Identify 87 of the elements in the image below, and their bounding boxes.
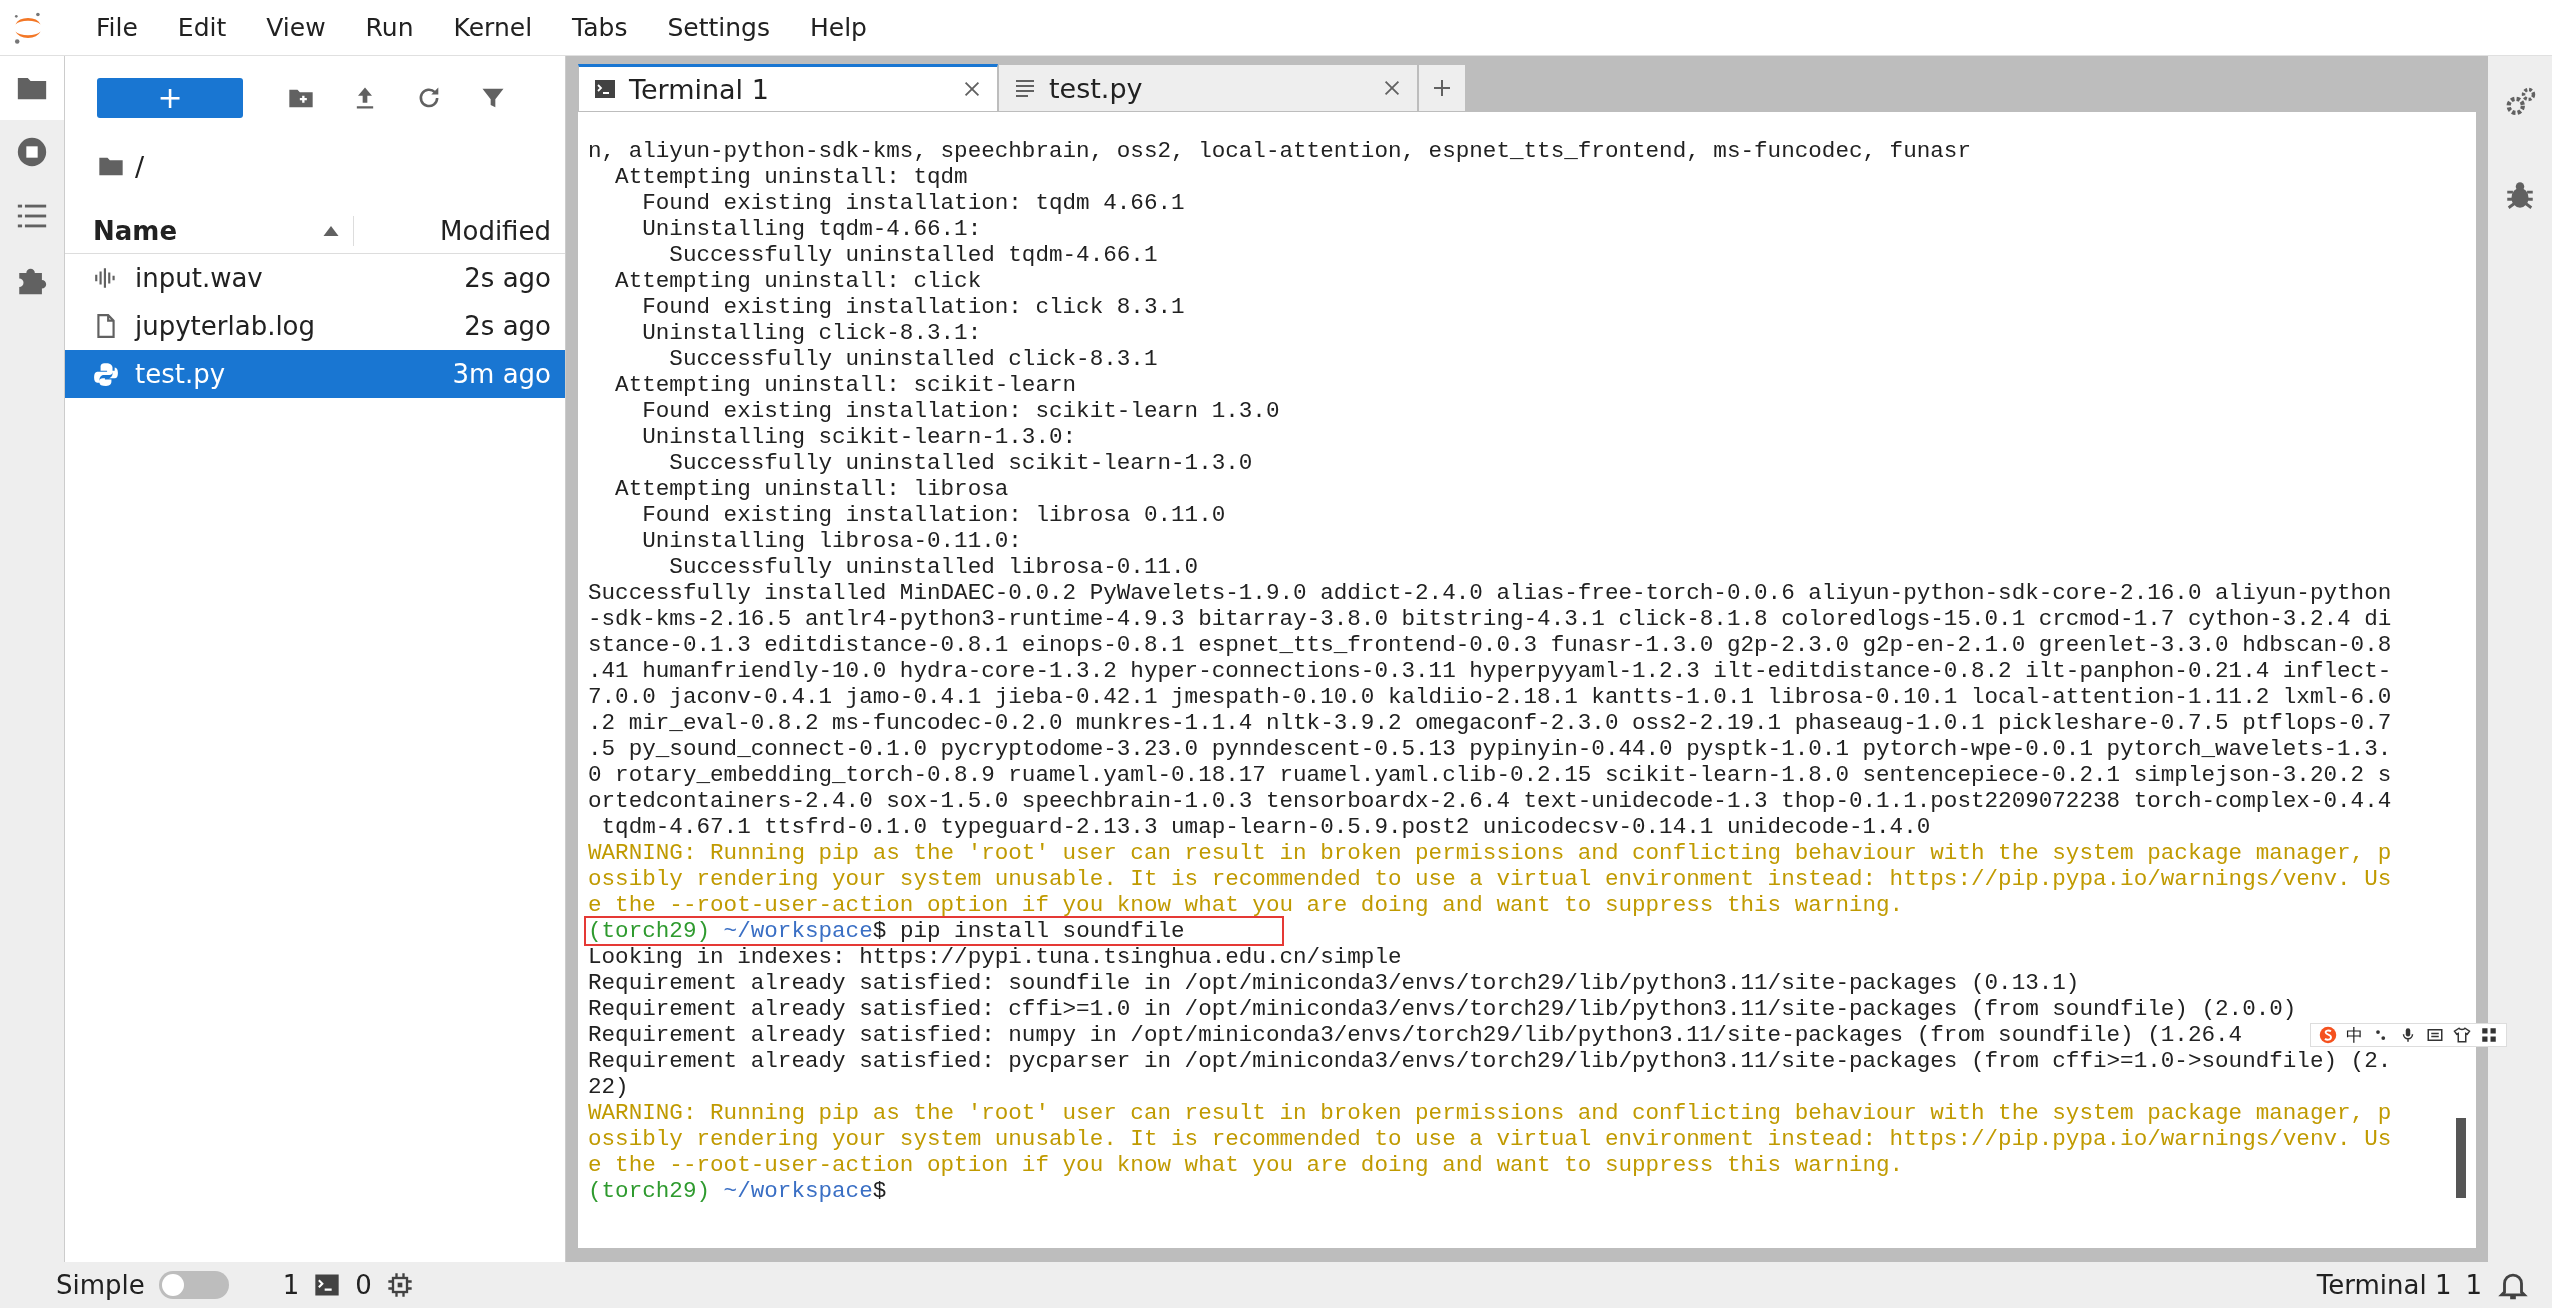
terminal-line: Requirement already satisfied: numpy in /opt/miniconda3/envs/torch29/lib/python3.11/site-packages (from soundfile) (1.26.4 xyxy=(588,1022,2243,1048)
prompt-symbol: $ xyxy=(872,1178,887,1204)
warning-line: ossibly rendering your system unusable. It is recommended to use a virtual environment instead: https://pip.pypa.io/warnings/venv. Us xyxy=(588,866,2392,892)
terminal-line: tqdm-4.67.1 ttsfrd-0.1.0 typeguard-2.13.3 umap-learn-0.5.9.post2 unicodecsv-0.14.1 unidecode-1.4.0 xyxy=(600,814,1931,840)
grid-icon[interactable] xyxy=(2480,1026,2498,1044)
terminal-line: 22) xyxy=(588,1074,629,1100)
modified-column-header[interactable]: Modified xyxy=(353,216,565,246)
warning-line: ossibly rendering your system unusable. It is recommended to use a virtual environment instead: https://pip.pypa.io/warnings/venv. Us xyxy=(588,1126,2392,1152)
stop-icon[interactable] xyxy=(15,135,49,169)
file-row[interactable]: test.py 3m ago xyxy=(65,350,565,398)
input-mode-toggle[interactable]: 中 xyxy=(2346,1025,2363,1045)
tab[interactable]: Terminal 1 xyxy=(578,64,998,112)
terminal-line: Attempting uninstall: click xyxy=(614,268,982,294)
file-name: jupyterlab.log xyxy=(135,311,317,341)
active-tab-label: Terminal 1 xyxy=(2316,1270,2452,1300)
mode-label: Simple xyxy=(56,1270,145,1300)
input-method-logo-icon[interactable] xyxy=(2319,1026,2337,1044)
terminal-line: Attempting uninstall: scikit-learn xyxy=(614,372,1077,398)
modified-time: 3m ago xyxy=(452,359,551,389)
modified-time: 2s ago xyxy=(464,263,551,293)
terminal-line: Attempting uninstall: tqdm xyxy=(614,164,968,190)
scrollbar-thumb[interactable] xyxy=(2456,1118,2466,1198)
terminal-line: Successfully uninstalled librosa-0.11.0 xyxy=(668,554,1199,580)
python-icon xyxy=(93,361,119,387)
menu-item[interactable]: Edit xyxy=(157,13,247,42)
terminal-line: Successfully uninstalled tqdm-4.66.1 xyxy=(668,242,1158,268)
terminal-line: Successfully uninstalled click-8.3.1 xyxy=(668,346,1158,372)
file-row[interactable]: input.wav 2s ago xyxy=(65,254,565,302)
terminal-line: Uninstalling click-8.3.1: xyxy=(641,320,982,346)
kernel-count: 0 xyxy=(355,1270,372,1300)
prompt-env: (torch29) xyxy=(588,918,711,944)
terminal-line: ortedcontainers-2.4.0 sox-1.5.0 speechbrain-1.0.3 tensorboardx-2.6.4 text-unidecode-1.3 thop-0.1.1.post2209072238 torch-complex-0.4.4 xyxy=(588,788,2392,814)
file-row[interactable]: jupyterlab.log 2s ago xyxy=(65,302,565,350)
terminal-line: stance-0.1.3 editdistance-0.8.1 einops-0.8.1 espnet_tts_frontend-0.0.3 funasr-1.3.0 g2p-2.3.0 g2p-en-2.1.0 greenlet-3.3.0 hdbscan-0.8 xyxy=(588,632,2392,658)
prompt-symbol: $ xyxy=(872,918,887,944)
terminal-line: Successfully installed MinDAEC-0.0.2 PyWavelets-1.9.0 addict-2.4.0 alias-free-torch-0.0.6 aliyun-python-sdk-core-2.16.0 aliyun-python xyxy=(588,580,2392,606)
terminal-line: 0 rotary_embedding_torch-0.8.9 ruamel.yaml-0.18.17 ruamel.yaml.clib-0.2.15 scikit-learn-1.8.0 sentencepiece-0.2.1 simplejson-3.20.2 s xyxy=(588,762,2392,788)
terminal-line: Uninstalling scikit-learn-1.3.0: xyxy=(641,424,1077,450)
menu-item[interactable]: Run xyxy=(345,13,434,42)
file-name: input.wav xyxy=(135,263,264,293)
new-launcher-button[interactable]: + xyxy=(97,78,243,118)
sort-arrow-icon xyxy=(323,226,339,236)
prompt-env: (torch29) xyxy=(588,1178,711,1204)
terminal-line: Uninstalling tqdm-4.66.1: xyxy=(641,216,982,242)
file-name: test.py xyxy=(135,359,227,389)
terminal-line: Requirement already satisfied: soundfile in /opt/miniconda3/envs/torch29/lib/python3.11/site-packages (0.13.1) xyxy=(588,970,2080,996)
simple-mode-toggle[interactable] xyxy=(158,1271,229,1299)
shirt-icon[interactable] xyxy=(2453,1026,2471,1044)
warning-line: WARNING: Running pip as the 'root' user can result in broken permissions and conflicting behaviour with the system package manager, p xyxy=(588,840,2392,866)
terminal-icon xyxy=(593,77,617,101)
terminal-line: Found existing installation: librosa 0.11.0 xyxy=(641,502,1226,528)
modified-time: 2s ago xyxy=(464,311,551,341)
menu-item[interactable]: Tabs xyxy=(552,13,648,42)
terminal-line: 7.0.0 jaconv-0.4.1 jamo-0.4.1 jieba-0.42.1 jmespath-0.10.0 kaldiio-2.18.1 kantts-1.0.1 librosa-0.10.1 local-attention-1.11.2 lxml-6.0 xyxy=(588,684,2392,710)
terminal-line: Uninstalling librosa-0.11.0: xyxy=(641,528,1022,554)
terminal-line: Requirement already satisfied: cffi>=1.0 in /opt/miniconda3/envs/torch29/lib/python3.11/site-packages (from soundfile) (2.0.0) xyxy=(588,996,2297,1022)
prompt-path: ~/workspace xyxy=(723,1178,873,1204)
terminal-line: .2 mir_eval-0.8.2 ms-funcodec-0.2.0 munkres-1.1.4 nltk-3.9.2 omegaconf-2.3.0 oss2-2.19.1 phaseaug-1.0.1 pickleshare-0.7.5 ptflops-0.7 xyxy=(588,710,2392,736)
menu-item[interactable]: File xyxy=(76,13,158,42)
terminal-line: .5 py_sound_connect-0.1.0 pycryptodome-3.23.0 pynndescent-0.5.13 pypinyin-0.44.0 pysptk-1.0.1 pytorch-wpe-0.0.1 pytorch_wavelets-1.3. xyxy=(588,736,2392,762)
keyboard-icon[interactable] xyxy=(2426,1026,2444,1044)
notification-count: 1 xyxy=(2465,1270,2482,1300)
terminal-count: 1 xyxy=(282,1270,300,1300)
terminal-line: Found existing installation: scikit-learn 1.3.0 xyxy=(641,398,1280,424)
terminal-line: Found existing installation: tqdm 4.66.1 xyxy=(641,190,1185,216)
warning-line: e the --root-user-action option if you know what you are doing and want to suppress this warning. xyxy=(588,892,1904,918)
terminal-line: n, aliyun-python-sdk-kms, speechbrain, oss2, local-attention, espnet_tts_frontend, ms-funcodec, funasr xyxy=(588,138,1971,164)
menu-item[interactable]: Kernel xyxy=(433,13,553,42)
warning-line: e the --root-user-action option if you know what you are doing and want to suppress this warning. xyxy=(588,1152,1904,1178)
terminal-line: Looking in indexes: https://pypi.tuna.tsinghua.edu.cn/simple xyxy=(588,944,1402,970)
terminal-line: Attempting uninstall: librosa xyxy=(614,476,1009,502)
prompt-path: ~/workspace xyxy=(723,918,873,944)
terminal-line: .41 humanfriendly-10.0 hydra-core-1.3.2 hyper-connections-0.3.11 hyperpyyaml-1.2.3 ilt-editdistance-0.8.2 ilt-panphon-0.21.4 inflect- xyxy=(588,658,2392,684)
terminal-line: -sdk-kms-2.16.5 antlr4-python3-runtime-4.9.3 bitarray-3.8.0 bitstring-4.3.1 click-8.1.8 coloredlogs-15.0.1 crcmod-1.7 cython-3.2.4 di xyxy=(588,606,2392,632)
warning-line: WARNING: Running pip as the 'root' user can result in broken permissions and conflicting behaviour with the system package manager, p xyxy=(588,1100,2392,1126)
terminal-line: Successfully uninstalled scikit-learn-1.3.0 xyxy=(668,450,1253,476)
terminal-line: Requirement already satisfied: pycparser in /opt/miniconda3/envs/torch29/lib/python3.11/site-packages (from cffi>=1.0->soundfile) (2. xyxy=(588,1048,2392,1074)
command-text: pip install soundfile xyxy=(899,918,1185,944)
terminal-line: Found existing installation: click 8.3.1 xyxy=(641,294,1185,320)
chip-icon[interactable] xyxy=(385,1271,414,1299)
new-tab-button[interactable] xyxy=(1418,64,1466,112)
menu-item[interactable]: View xyxy=(246,13,346,42)
breadcrumb[interactable]: / xyxy=(135,150,145,182)
name-column-header[interactable]: Name xyxy=(65,216,323,246)
menu-item[interactable]: Settings xyxy=(647,13,790,42)
menu-item[interactable]: Help xyxy=(790,13,887,42)
tab[interactable]: test.py xyxy=(998,64,1418,112)
